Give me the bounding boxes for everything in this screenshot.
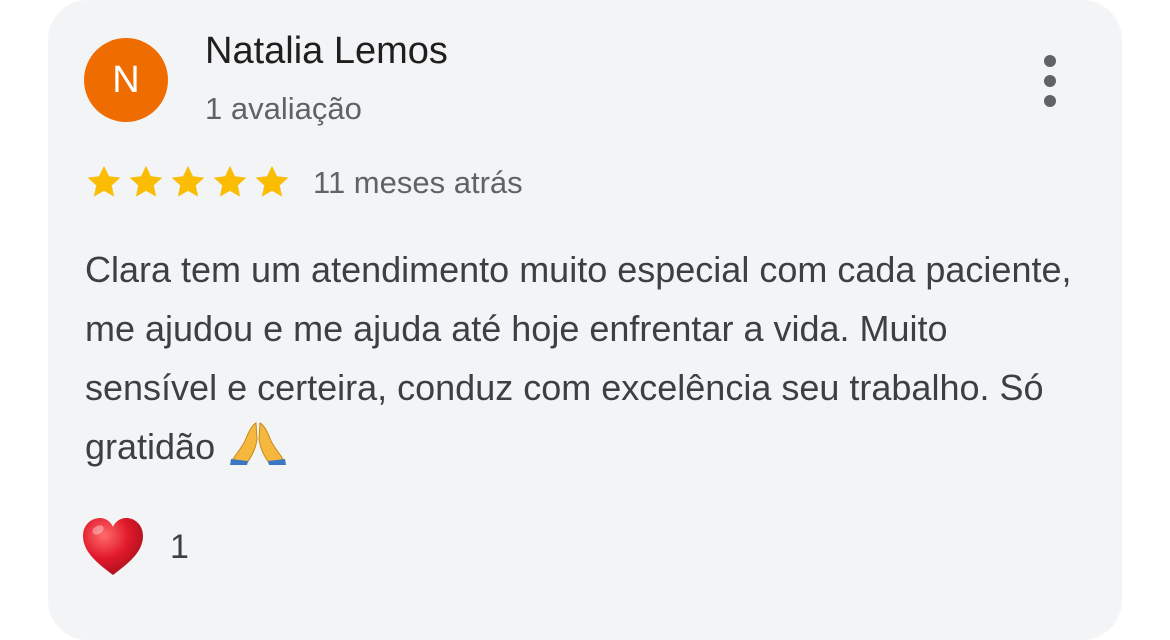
like-reaction[interactable]: 1 — [80, 515, 189, 579]
review-text: Clara tem um atendimento muito especial … — [85, 240, 1085, 476]
author-name[interactable]: Natalia Lemos — [205, 30, 448, 73]
star-icon — [129, 165, 163, 197]
review-time: 11 meses atrás — [313, 165, 523, 200]
star-icon — [87, 165, 121, 197]
more-options-button[interactable] — [1026, 50, 1074, 112]
avatar-initial: N — [112, 59, 140, 101]
star-icon — [171, 165, 205, 197]
star-icon — [213, 165, 247, 197]
heart-icon — [83, 518, 143, 575]
star-rating — [84, 163, 292, 201]
reaction-count: 1 — [170, 527, 189, 566]
more-vertical-icon-dot — [1044, 75, 1056, 87]
author-review-count: 1 avaliação — [205, 91, 362, 126]
more-vertical-icon-dot — [1044, 95, 1056, 107]
star-icon — [255, 165, 289, 197]
more-vertical-icon — [1044, 55, 1056, 67]
avatar[interactable]: N — [84, 38, 168, 122]
folded-hands-icon — [230, 422, 287, 465]
